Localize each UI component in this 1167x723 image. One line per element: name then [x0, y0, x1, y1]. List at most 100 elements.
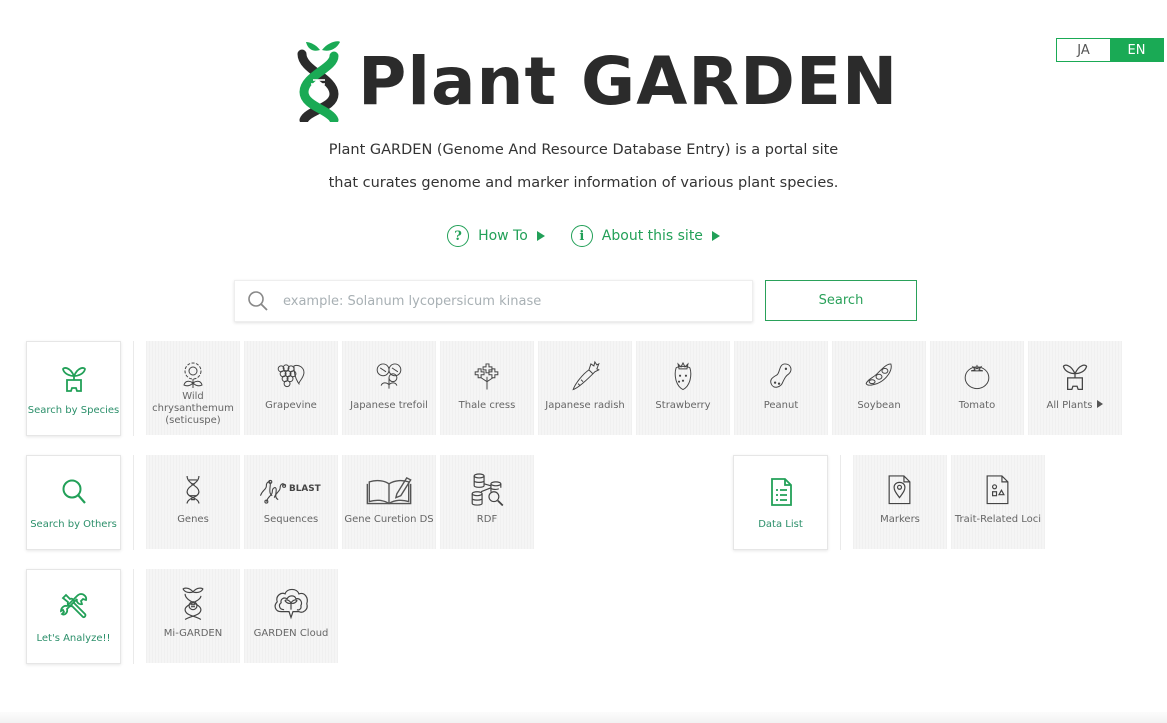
- question-icon: ?: [447, 225, 470, 247]
- mi-garden-icon: [182, 587, 204, 621]
- species-tile-thale-cress[interactable]: Thale cress: [440, 341, 534, 435]
- species-tile-grapevine[interactable]: Grapevine: [244, 341, 338, 435]
- play-arrow-icon: [536, 231, 545, 241]
- all-plants-label-wrap: All Plants: [1046, 399, 1104, 435]
- strawberry-icon: [674, 361, 692, 391]
- soybean-icon: [865, 363, 892, 386]
- description-line-2: that curates genome and marker informati…: [328, 175, 839, 191]
- lets-analyze-button[interactable]: Let's Analyze!!: [26, 569, 121, 664]
- rdf-tile[interactable]: RDF: [440, 455, 534, 549]
- species-row: Search by Species Wild chrysanthemum (se…: [26, 341, 1126, 436]
- all-plants-tile[interactable]: All Plants: [1028, 341, 1122, 435]
- plant-pot-icon: [1062, 364, 1088, 391]
- how-to-link[interactable]: ? How To: [447, 225, 545, 247]
- species-tile-soybean[interactable]: Soybean: [832, 341, 926, 435]
- gene-curation-tile[interactable]: Gene Curetion DS: [342, 455, 436, 549]
- species-label: All Plants: [1046, 399, 1093, 411]
- language-ja-button[interactable]: JA: [1057, 39, 1110, 61]
- species-tile-japanese-trefoil[interactable]: Japanese trefoil: [342, 341, 436, 435]
- database-search-icon: [471, 473, 504, 507]
- document-pin-icon: [888, 475, 911, 505]
- language-switch: JA EN: [1056, 38, 1164, 62]
- divider: [133, 341, 134, 436]
- category-label: Data List: [758, 519, 803, 530]
- play-arrow-icon: [1097, 399, 1104, 408]
- divider: [133, 569, 134, 664]
- tile-label: Mi-GARDEN: [163, 627, 223, 639]
- search-icon: [62, 479, 86, 504]
- tools-icon: [59, 593, 87, 619]
- dna-icon: [186, 475, 200, 504]
- about-site-label: About this site: [601, 228, 703, 244]
- cloud-sprout-icon: [274, 588, 308, 620]
- species-label: Japanese trefoil: [350, 399, 428, 411]
- about-site-link[interactable]: i About this site: [570, 225, 720, 247]
- category-label: Search by Others: [30, 519, 117, 530]
- mi-garden-tile[interactable]: Mi-GARDEN: [146, 569, 240, 663]
- data-list-row: Data List Markers Trait-Related Loci: [733, 455, 1049, 550]
- blast-icon: BLAST: [259, 479, 321, 504]
- search-box: [234, 280, 753, 322]
- how-to-label: How To: [478, 228, 528, 244]
- species-tile-peanut[interactable]: Peanut: [734, 341, 828, 435]
- garden-cloud-tile[interactable]: GARDEN Cloud: [244, 569, 338, 663]
- search-by-others-button[interactable]: Search by Others: [26, 455, 121, 550]
- document-shapes-icon: [986, 475, 1009, 505]
- category-label: Search by Species: [27, 405, 120, 416]
- species-tile-japanese-radish[interactable]: Japanese radish: [538, 341, 632, 435]
- tile-label: Genes: [177, 513, 209, 525]
- category-label: Let's Analyze!!: [36, 633, 111, 644]
- others-row: Search by Others Genes BLAST Sequences G…: [26, 455, 538, 550]
- search-button[interactable]: Search: [765, 280, 917, 321]
- species-tile-tomato[interactable]: Tomato: [930, 341, 1024, 435]
- tomato-icon: [964, 364, 990, 390]
- tile-label: Gene Curetion DS: [344, 513, 434, 525]
- species-label: Grapevine: [265, 399, 317, 411]
- data-list-button[interactable]: Data List: [733, 455, 828, 550]
- site-logo[interactable]: Plant GARDEN: [294, 38, 898, 122]
- blast-badge: BLAST: [289, 484, 321, 494]
- species-label: Tomato: [958, 399, 996, 411]
- species-label: Wild chrysanthemum (seticuspe): [152, 391, 234, 426]
- trefoil-icon: [376, 363, 402, 389]
- search-icon: [248, 291, 268, 311]
- book-pen-icon: [366, 477, 412, 505]
- tile-label: GARDEN Cloud: [253, 627, 329, 639]
- dna-sprout-icon: [297, 41, 340, 122]
- analyze-row: Let's Analyze!! Mi-GARDEN GARDEN Cloud: [26, 569, 342, 664]
- peanut-icon: [770, 363, 792, 388]
- trait-related-loci-tile[interactable]: Trait-Related Loci: [951, 455, 1045, 549]
- site-description: Plant GARDEN (Genome And Resource Databa…: [0, 134, 1167, 200]
- species-label: Strawberry: [655, 399, 711, 411]
- grape-icon: [277, 364, 305, 388]
- markers-tile[interactable]: Markers: [853, 455, 947, 549]
- species-label: Peanut: [763, 399, 799, 411]
- search-input[interactable]: [283, 293, 752, 309]
- play-arrow-icon: [711, 231, 720, 241]
- thale-cress-icon: [474, 363, 499, 390]
- species-label: Japanese radish: [545, 399, 625, 411]
- radish-icon: [572, 360, 600, 391]
- logo-text: Plant GARDEN: [358, 43, 899, 120]
- tile-label: RDF: [476, 513, 498, 525]
- sequences-tile[interactable]: BLAST Sequences: [244, 455, 338, 549]
- species-label: Soybean: [857, 399, 901, 411]
- tile-label: Sequences: [263, 513, 319, 525]
- document-list-icon: [770, 478, 792, 506]
- info-icon: i: [570, 225, 593, 247]
- tile-label: Markers: [880, 513, 920, 525]
- plant-pot-icon: [61, 367, 86, 392]
- species-label: Thale cress: [458, 399, 516, 411]
- divider: [133, 455, 134, 550]
- divider: [840, 455, 841, 550]
- help-links: ? How To i About this site: [0, 225, 1167, 247]
- chrysanthemum-icon: [183, 362, 203, 388]
- search-by-species-button[interactable]: Search by Species: [26, 341, 121, 436]
- tile-label: Trait-Related Loci: [954, 513, 1042, 525]
- species-tile-strawberry[interactable]: Strawberry: [636, 341, 730, 435]
- description-line-1: Plant GARDEN (Genome And Resource Databa…: [328, 142, 839, 158]
- species-tile-wild-chrysanthemum[interactable]: Wild chrysanthemum (seticuspe): [146, 341, 240, 435]
- language-en-button[interactable]: EN: [1110, 39, 1163, 61]
- genes-tile[interactable]: Genes: [146, 455, 240, 549]
- footer-band: [0, 712, 1167, 723]
